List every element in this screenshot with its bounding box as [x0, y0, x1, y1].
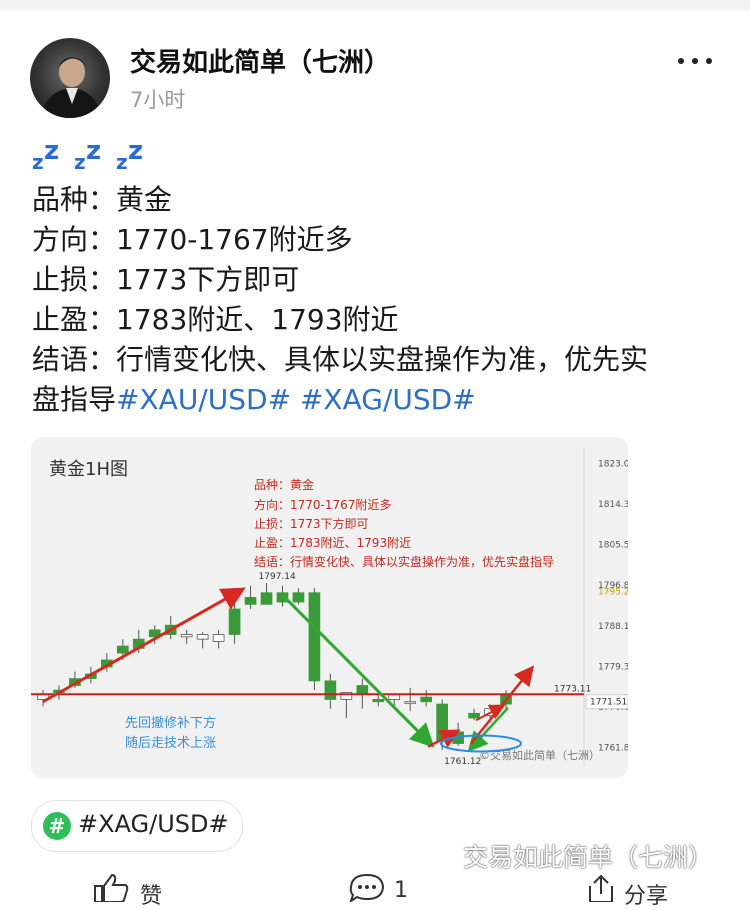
- comment-icon: [349, 873, 385, 902]
- candle-body: [420, 696, 433, 703]
- yellow-level-label: 1795.24: [598, 588, 628, 598]
- chart-image[interactable]: 黄金1H图 品种：黄金 方向：1770-1767附近多 止损：1773下方即可 …: [31, 437, 628, 778]
- candle-body: [228, 608, 241, 635]
- post-line-last: 盘指导#XAU/USD# #XAG/USD#: [32, 378, 476, 418]
- dot-icon: [706, 58, 712, 64]
- topic-chip-xag[interactable]: # #XAG/USD#: [31, 800, 243, 852]
- avatar-image: [40, 57, 102, 118]
- note-line: 随后走技术上涨: [125, 736, 216, 751]
- chart-watermark: ©交易如此简单（七洲）: [479, 748, 600, 762]
- hashtag-xau[interactable]: #XAU/USD#: [116, 383, 291, 416]
- candle-body: [468, 712, 480, 719]
- post-line-direction: 方向：1770-1767附近多: [32, 223, 353, 256]
- chart-annotation: 品种：黄金 方向：1770-1767附近多 止损：1773下方即可 止盈：178…: [254, 477, 554, 569]
- share-label: 分享: [624, 884, 669, 909]
- y-tick-label: 1788.10: [598, 622, 628, 632]
- more-options-button[interactable]: [670, 48, 720, 72]
- weibo-logo-icon: [444, 851, 461, 867]
- dot-icon: [692, 58, 698, 64]
- annotation-line: 止损：1773下方即可: [254, 516, 369, 531]
- dot-icon: [678, 58, 684, 64]
- hashtag-xag[interactable]: #XAG/USD#: [300, 383, 476, 416]
- annotation-line: 止盈：1783附近、1793附近: [254, 536, 411, 550]
- y-tick-label: 1814.34: [598, 500, 628, 510]
- downtrend-arrow: [281, 594, 435, 748]
- y-tick-label: 1823.09: [598, 459, 628, 469]
- chart-title: 黄金1H图: [49, 459, 128, 480]
- hashtag-icon: #: [43, 812, 71, 840]
- note-line: 先回撤修补下方: [125, 715, 216, 731]
- y-tick-label: 1805.59: [598, 541, 628, 551]
- candle-body: [388, 694, 401, 700]
- candle-body: [180, 634, 193, 638]
- share-icon: [589, 874, 613, 902]
- annotation-line: 品种：黄金: [254, 477, 314, 492]
- uptrend-arrow: [42, 587, 246, 704]
- candle-body: [212, 634, 225, 642]
- projected-rise-arrow: [470, 665, 535, 745]
- author-name[interactable]: 交易如此简单（七洲）: [130, 42, 390, 79]
- watermark-author: 交易如此简单（七洲）: [463, 843, 714, 872]
- post-line-conclusion: 结语：行情变化快、具体以实盘操作为准，优先实: [32, 343, 649, 376]
- current-price-label: 1771.51: [590, 698, 627, 708]
- avatar[interactable]: [30, 38, 110, 118]
- top-strip: [0, 0, 750, 10]
- y-tick-label: 1779.35: [598, 662, 628, 672]
- candle-body: [308, 592, 321, 682]
- annotation-line: 结语：行情变化快、具体以实盘操作为准，优先实盘指导: [254, 554, 554, 569]
- candle-body: [292, 592, 305, 603]
- like-label: 赞: [140, 884, 163, 909]
- candle-body: [116, 645, 129, 654]
- high-marker-label: 1797.14: [259, 572, 296, 582]
- candle-body: [372, 699, 385, 703]
- post-line-stoploss: 止损：1773下方即可: [32, 263, 300, 296]
- h-line-label: 1773.11: [554, 684, 591, 694]
- post-last-text: 盘指导: [32, 383, 117, 416]
- candle-body: [260, 592, 273, 605]
- thumbs-up-icon: [94, 873, 129, 902]
- candle-body: [404, 701, 417, 704]
- candle-body: [436, 703, 448, 742]
- post-line-takeprofit: 止盈：1783附近、1793附近: [32, 303, 399, 336]
- post-time: 7小时: [130, 88, 186, 112]
- topic-chip-label: #XAG/USD#: [78, 810, 229, 838]
- low-marker-label: 1761.12: [444, 757, 481, 767]
- comment-count: 1: [394, 878, 408, 903]
- candle-body: [244, 597, 257, 605]
- annotation-line: 方向：1770-1767附近多: [254, 497, 391, 512]
- gold-1h-chart: 黄金1H图 品种：黄金 方向：1770-1767附近多 止损：1773下方即可 …: [31, 447, 628, 767]
- candle-body: [324, 680, 337, 700]
- candle-body: [196, 634, 209, 640]
- y-tick-label: 1761.85: [598, 744, 628, 754]
- post-line-variety: 品种：黄金: [32, 183, 173, 216]
- watermark-text: 交易如此简单（七洲）: [443, 838, 713, 874]
